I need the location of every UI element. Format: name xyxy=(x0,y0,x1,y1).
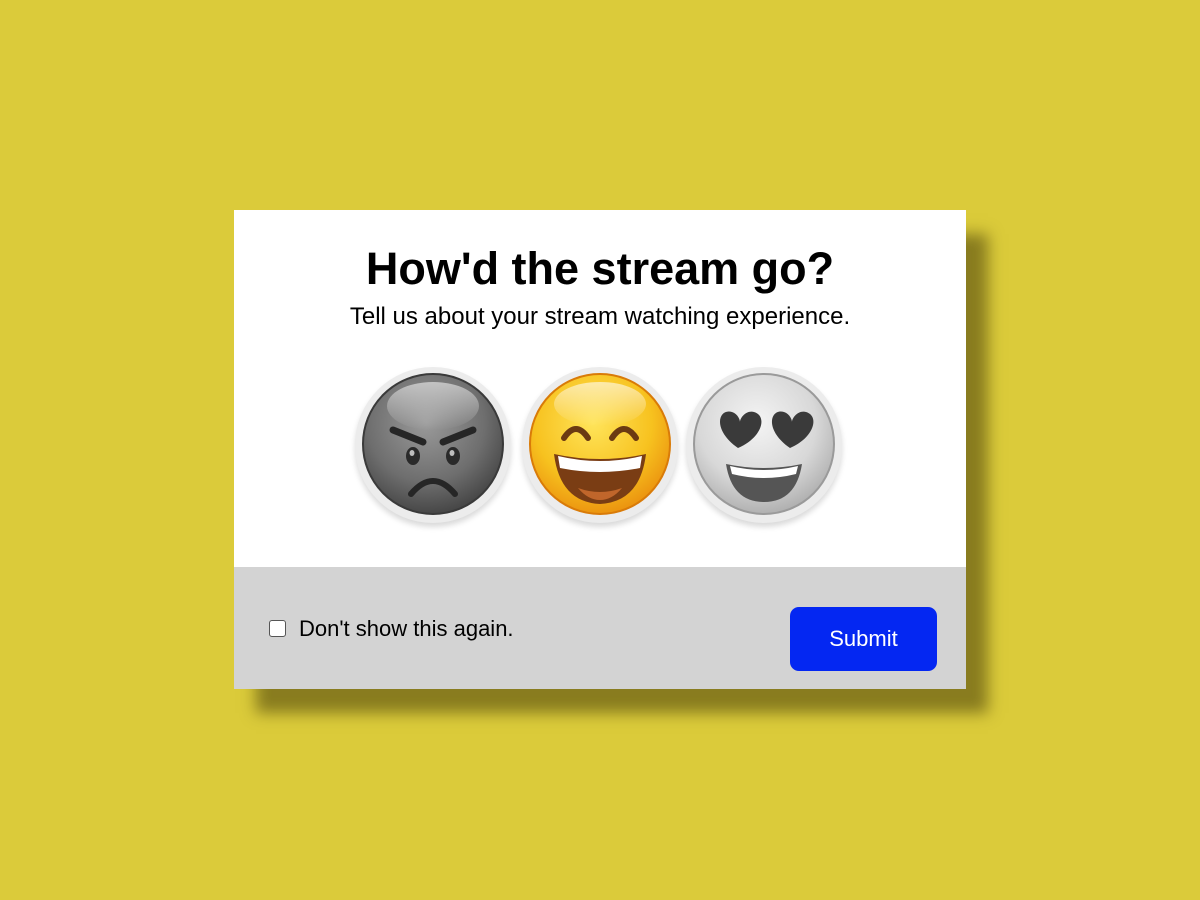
dialog-title: How'd the stream go? xyxy=(365,243,835,294)
feedback-dialog: How'd the stream go? Tell us about your … xyxy=(234,210,966,689)
angry-face-icon xyxy=(362,373,504,515)
dialog-footer: Don't show this again. Submit xyxy=(234,567,966,689)
rating-angry-button[interactable] xyxy=(355,367,511,523)
dont-show-again-checkbox[interactable] xyxy=(269,620,286,637)
submit-button[interactable]: Submit xyxy=(790,607,937,671)
rating-love-button[interactable] xyxy=(686,367,842,523)
rating-options xyxy=(234,367,966,523)
heart-eyes-face-icon xyxy=(693,373,835,515)
dialog-body: How'd the stream go? Tell us about your … xyxy=(234,210,966,567)
dialog-subtitle: Tell us about your stream watching exper… xyxy=(349,303,851,330)
dont-show-again-label[interactable]: Don't show this again. xyxy=(299,616,514,642)
grinning-face-icon xyxy=(529,373,671,515)
rating-happy-button[interactable] xyxy=(522,367,678,523)
